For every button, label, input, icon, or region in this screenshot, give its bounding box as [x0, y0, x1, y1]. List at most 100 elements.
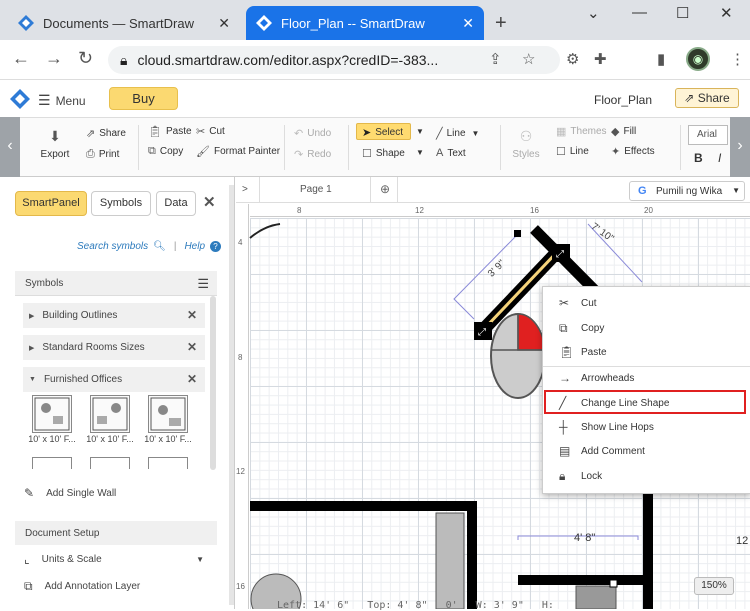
tab-title: Documents — SmartDraw — [43, 15, 194, 31]
google-icon: G — [638, 185, 647, 197]
help-link[interactable]: Help — [184, 241, 205, 252]
library-label: Furnished Offices — [43, 374, 123, 385]
ribbon-share-button[interactable]: ⇗ Share — [86, 127, 126, 140]
office-symbol-thumbnail[interactable] — [90, 457, 130, 469]
resize-handle[interactable] — [514, 230, 521, 237]
line-style-button[interactable]: ☐ Line — [556, 145, 589, 158]
menu-item-lock[interactable]: 🔒︎ Lock — [543, 464, 750, 488]
maximize-icon[interactable]: ☐ — [676, 4, 689, 22]
add-single-wall-button[interactable]: ✎ Add Single Wall — [24, 486, 116, 500]
undo-button[interactable]: ↶ Undo — [294, 127, 331, 140]
resize-handle[interactable] — [609, 579, 618, 588]
tab-symbols[interactable]: Symbols — [91, 191, 151, 216]
menu-item-copy[interactable]: ⧉ Copy — [543, 316, 750, 340]
puzzle-icon[interactable]: ✚ — [594, 50, 607, 68]
close-icon[interactable]: ✕ — [187, 308, 197, 322]
office-symbol-thumbnail[interactable] — [32, 395, 72, 433]
styles-label: Styles — [512, 149, 540, 160]
redo-label: Redo — [307, 149, 332, 160]
styles-button[interactable]: ⚇ Styles — [510, 128, 542, 160]
menu-item-label: Paste — [581, 346, 607, 358]
paintbrush-icon: 🖌︎ — [196, 146, 210, 158]
sidebar-icon[interactable]: ▮ — [657, 50, 665, 68]
add-single-wall-label: Add Single Wall — [46, 487, 117, 499]
office-symbol-thumbnail[interactable] — [90, 395, 130, 433]
close-icon[interactable]: ✕ — [187, 372, 197, 386]
library-item[interactable]: ▼ Furnished Offices ✕ — [23, 367, 205, 392]
paste-button[interactable]: 📋︎ Paste — [148, 125, 192, 138]
close-icon[interactable]: ✕ — [218, 15, 230, 32]
effects-button[interactable]: ✦ Effects — [611, 145, 655, 158]
document-title[interactable]: Floor_Plan — [594, 93, 652, 107]
menu-button[interactable]: ☰ Menu — [38, 92, 86, 109]
ribbon-separator — [500, 125, 501, 170]
menu-item-cut[interactable]: ✂ Cut — [543, 291, 750, 315]
add-page-icon[interactable]: ⊕ — [380, 182, 390, 196]
office-symbol-thumbnail[interactable] — [148, 457, 188, 469]
menu-item-add-comment[interactable]: ▤ Add Comment — [543, 439, 750, 463]
new-tab-button[interactable]: + — [495, 12, 507, 35]
forward-arrow-icon[interactable]: → — [45, 48, 63, 69]
shape-dropdown[interactable]: ▼ — [416, 148, 424, 157]
more-icon[interactable]: ⋮ — [730, 50, 745, 68]
minimize-icon[interactable]: — — [632, 4, 647, 21]
share-button[interactable]: ⇗ Share — [675, 88, 739, 108]
share-page-icon[interactable]: ⇪ — [489, 50, 502, 68]
star-icon[interactable]: ☆ — [522, 50, 535, 68]
copy-button[interactable]: ⧉ Copy — [148, 145, 183, 158]
chevron-down-icon[interactable]: ⌄ — [587, 4, 600, 22]
redo-button[interactable]: ↷ Redo — [294, 148, 331, 161]
tab-data[interactable]: Data — [156, 191, 196, 216]
buy-button[interactable]: Buy — [109, 87, 178, 110]
select-dropdown[interactable]: ▼ — [416, 127, 424, 136]
close-window-icon[interactable]: ✕ — [720, 4, 733, 22]
search-symbols-link[interactable]: Search symbols — [77, 241, 148, 252]
italic-button[interactable]: I — [718, 151, 721, 165]
symbols-scrollbar[interactable] — [210, 296, 216, 470]
shape-tool-button[interactable]: ☐ Shape — [362, 147, 405, 160]
add-annotation-layer-button[interactable]: ⧉ Add Annotation Layer — [24, 579, 140, 594]
print-button[interactable]: ⎙ Print — [86, 148, 119, 161]
expand-icon[interactable]: > — [242, 184, 248, 195]
page-tab[interactable]: Page 1 — [300, 184, 332, 195]
panel-scrollbar[interactable] — [229, 185, 234, 605]
line-style-label: Line — [569, 146, 589, 157]
text-tool-button[interactable]: A Text — [436, 147, 466, 159]
close-icon[interactable]: ✕ — [462, 15, 474, 32]
ribbon-scroll-left[interactable]: ‹ — [0, 117, 20, 177]
font-select[interactable]: Arial — [688, 125, 728, 145]
format-painter-button[interactable]: 🖌︎ Format Painter — [196, 145, 280, 158]
close-panel-icon[interactable]: ✕ — [203, 193, 216, 211]
menu-item-paste[interactable]: 📋︎ Paste — [543, 340, 750, 364]
export-label: Export — [40, 149, 70, 160]
tab-floor-plan[interactable]: Floor_Plan -- SmartDraw ✕ — [246, 6, 484, 40]
tab-documents[interactable]: Documents — SmartDraw ✕ — [8, 6, 240, 40]
library-item[interactable]: ▶ Building Outlines ✕ — [23, 303, 205, 328]
ruler-icon: ⌞ — [24, 552, 30, 566]
select-tool[interactable]: ➤ Select — [362, 126, 403, 139]
language-selector[interactable]: G Pumili ng Wika ▼ — [629, 181, 745, 201]
search-icon[interactable]: 🔍︎ — [153, 241, 166, 252]
list-menu-icon[interactable]: ☰ — [197, 276, 209, 292]
help-icon[interactable]: ? — [210, 241, 222, 252]
close-icon[interactable]: ✕ — [187, 340, 197, 354]
menu-item-arrowheads[interactable]: → Arrowheads — [543, 366, 750, 390]
office-symbol-thumbnail[interactable] — [148, 395, 188, 433]
library-item[interactable]: ▶ Standard Rooms Sizes ✕ — [23, 335, 205, 360]
office-symbol-thumbnail[interactable] — [32, 457, 72, 469]
zoom-level[interactable]: 150% — [694, 577, 734, 595]
fill-button[interactable]: ◆ Fill — [611, 125, 636, 138]
menu-item-show-line-hops[interactable]: ┼ Show Line Hops — [543, 415, 750, 439]
export-button[interactable]: ⬇ Export — [40, 128, 70, 160]
tab-smartpanel[interactable]: SmartPanel — [15, 191, 87, 216]
back-arrow-icon[interactable]: ← — [12, 48, 30, 69]
themes-button[interactable]: ▦ Themes — [556, 125, 607, 138]
bold-button[interactable]: B — [694, 151, 703, 165]
units-scale-button[interactable]: ⌞ Units & Scale ▼ — [24, 552, 204, 566]
cut-button[interactable]: ✂ Cut — [196, 125, 225, 138]
extension-icon[interactable]: ⚙ — [566, 50, 579, 68]
avatar[interactable]: ◉ — [686, 47, 710, 71]
line-tool-button[interactable]: ╱ Line ▼ — [436, 127, 479, 140]
reload-icon[interactable]: ↻ — [78, 48, 93, 69]
ribbon-scroll-right[interactable]: › — [730, 117, 750, 177]
